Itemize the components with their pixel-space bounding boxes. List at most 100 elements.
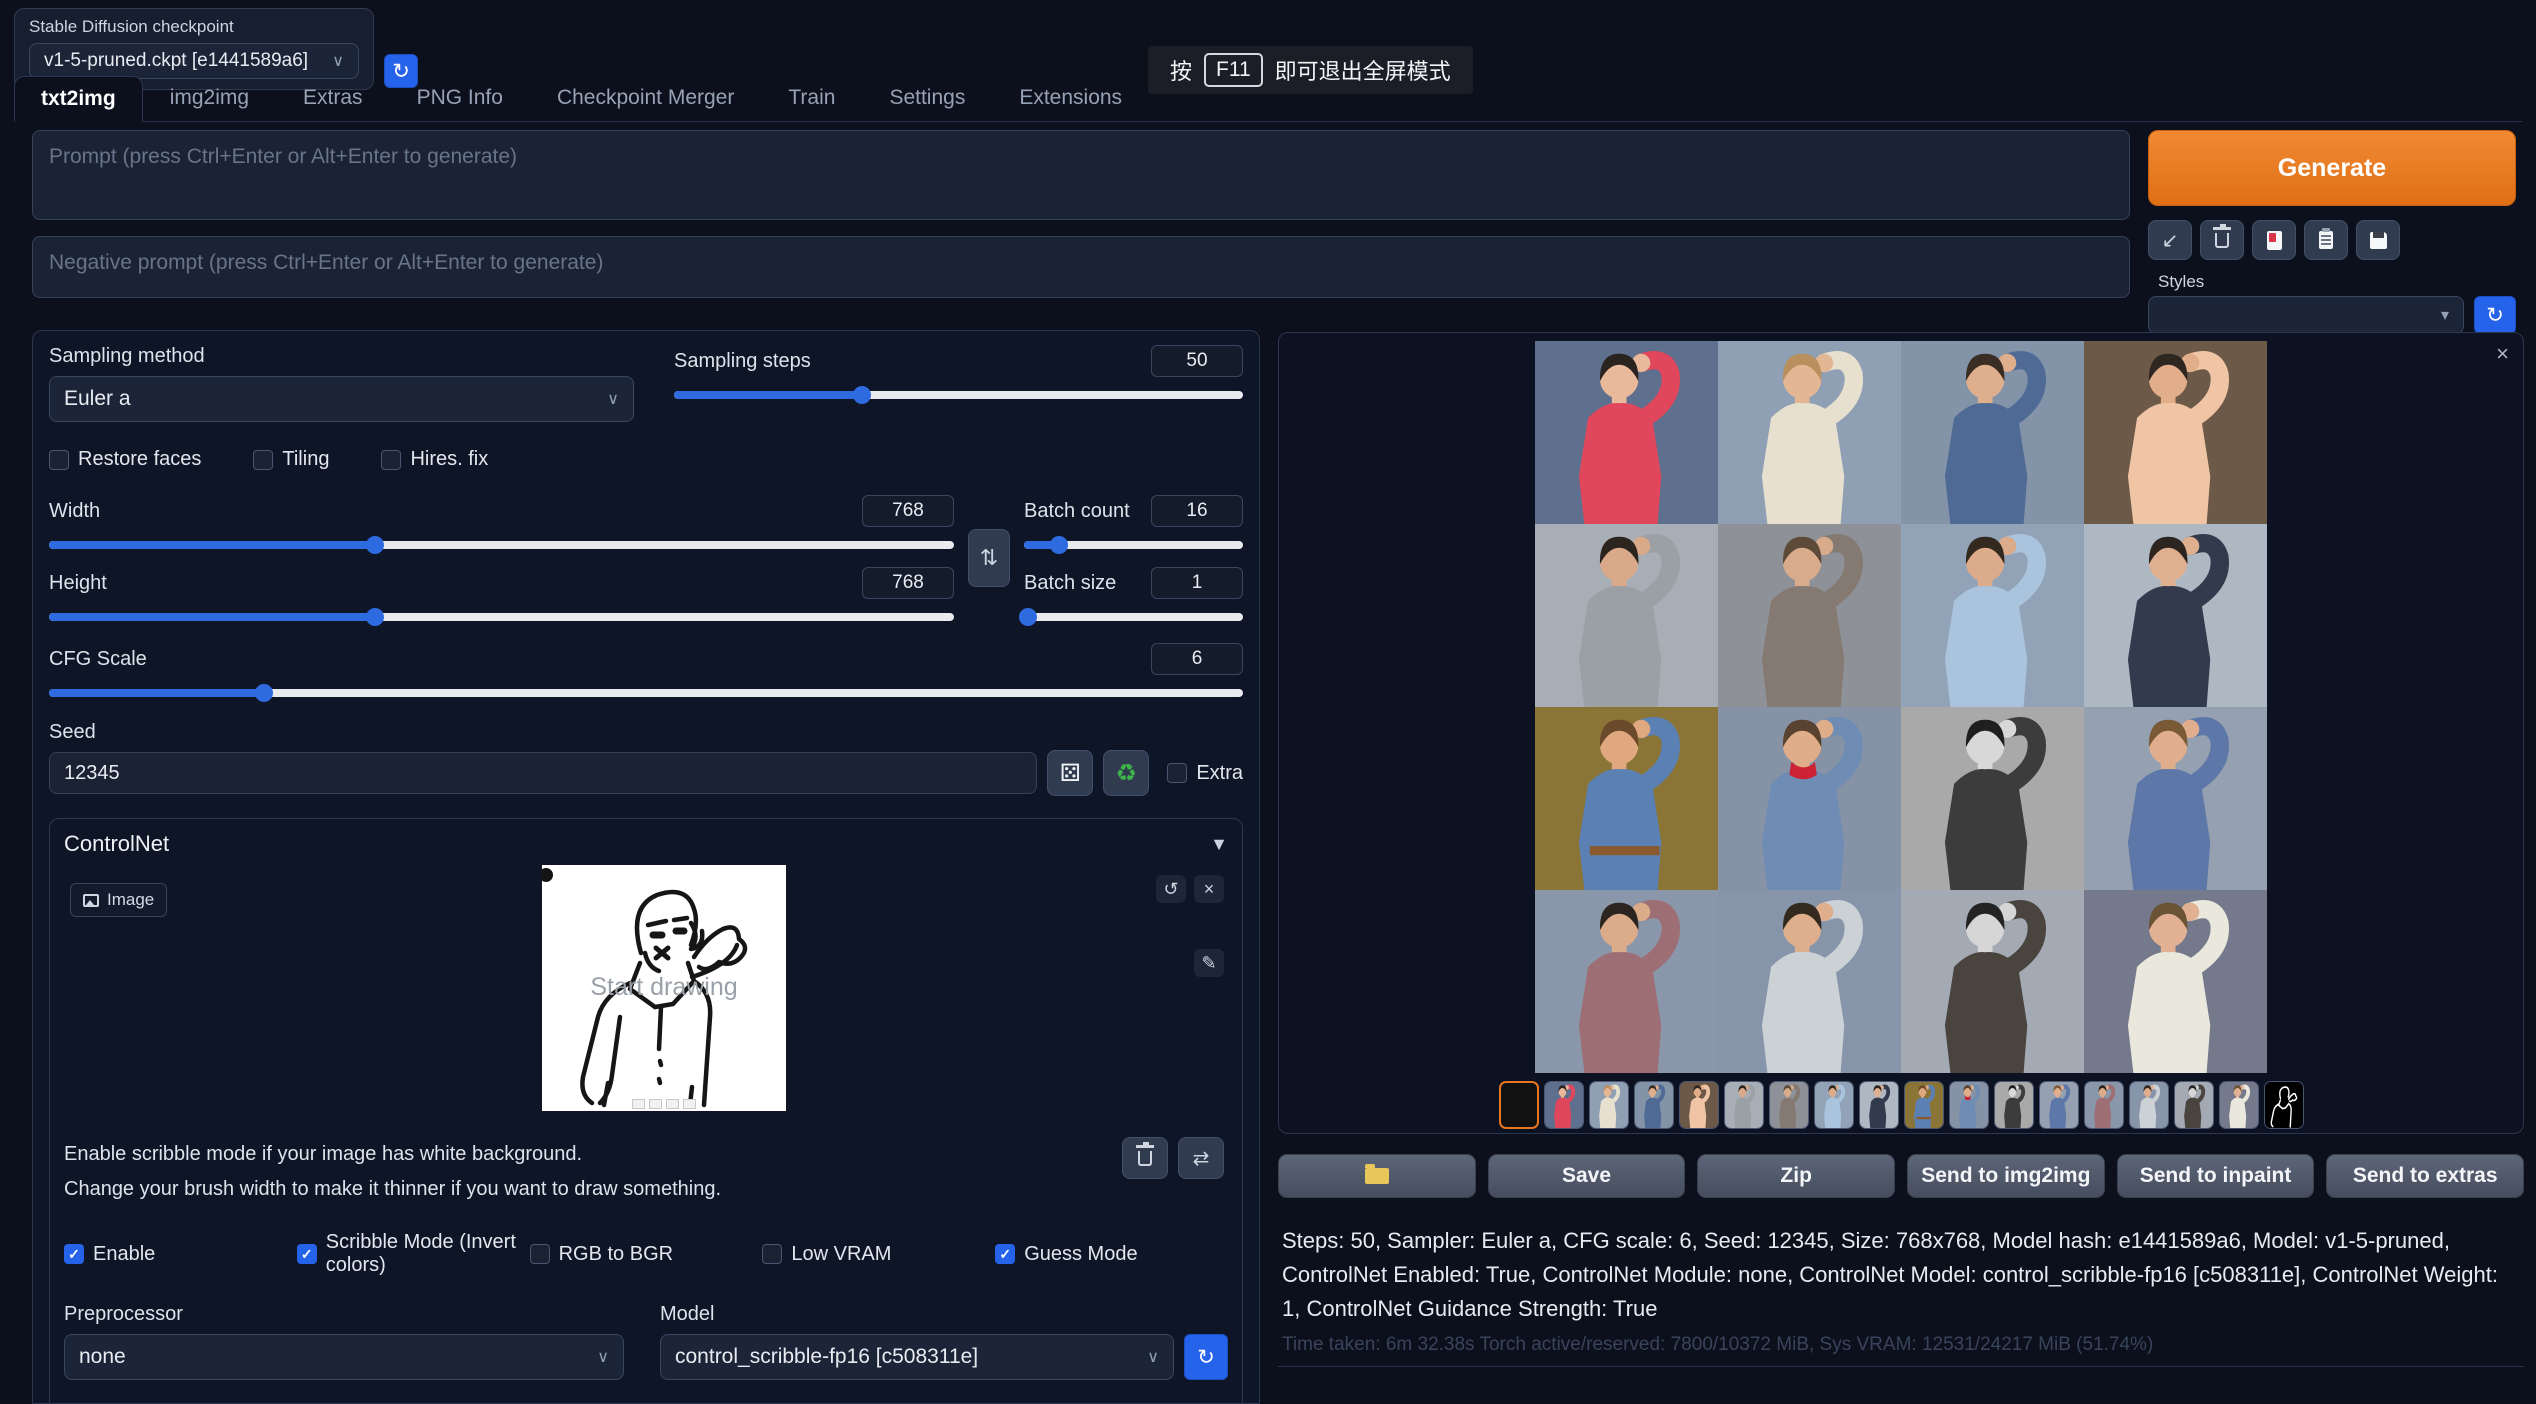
- toggle-hires-fix[interactable]: Hires. fix: [381, 448, 488, 471]
- thumbnail-5[interactable]: [1724, 1081, 1764, 1129]
- undo-button[interactable]: ↺: [1156, 875, 1186, 903]
- save-style-button[interactable]: [2356, 220, 2400, 260]
- collapse-arrow-icon[interactable]: ▼: [1210, 834, 1228, 855]
- cfg-scale-slider[interactable]: [49, 689, 1243, 697]
- cfg-scale-value[interactable]: 6: [1151, 643, 1243, 675]
- thumbnail-10[interactable]: [1949, 1081, 1989, 1129]
- send-to-extras-button[interactable]: Send to extras: [2326, 1154, 2524, 1198]
- height-slider[interactable]: [49, 613, 954, 621]
- result-image-11[interactable]: [1901, 707, 2084, 890]
- toggle-restore-faces[interactable]: Restore faces: [49, 448, 201, 471]
- thumbnail-1[interactable]: [1544, 1081, 1584, 1129]
- result-image-16[interactable]: [2084, 890, 2267, 1073]
- tab-extensions[interactable]: Extensions: [992, 75, 1149, 121]
- thumbnail-16[interactable]: [2219, 1081, 2259, 1129]
- thumbnail-13[interactable]: [2084, 1081, 2124, 1129]
- send-to-inpaint-button[interactable]: Send to inpaint: [2117, 1154, 2315, 1198]
- tab-png-info[interactable]: PNG Info: [390, 75, 530, 121]
- cnet-option-enable[interactable]: ✓Enable: [64, 1231, 297, 1277]
- thumbnail-11[interactable]: [1994, 1081, 2034, 1129]
- new-canvas-button[interactable]: [1122, 1137, 1168, 1179]
- clear-image-button[interactable]: ×: [1194, 875, 1224, 903]
- cnet-option-guess-mode[interactable]: ✓Guess Mode: [995, 1231, 1228, 1277]
- thumbnail-grid-montage[interactable]: [1499, 1081, 1539, 1129]
- sampling-steps-slider[interactable]: [674, 391, 1243, 399]
- open-folder-button[interactable]: [1278, 1154, 1476, 1198]
- tab-settings[interactable]: Settings: [862, 75, 992, 121]
- webcam-mirror-button[interactable]: ⇄: [1178, 1137, 1224, 1179]
- tab-txt2img[interactable]: txt2img: [14, 76, 143, 122]
- thumbnail-7[interactable]: [1814, 1081, 1854, 1129]
- brush-button[interactable]: ✎: [1194, 949, 1224, 977]
- width-slider[interactable]: [49, 541, 954, 549]
- model-dropdown[interactable]: control_scribble-fp16 [c508311e] ∨: [660, 1334, 1174, 1380]
- thumbnail-15[interactable]: [2174, 1081, 2214, 1129]
- result-image-1[interactable]: [1535, 341, 1718, 524]
- thumbnail-scribble-map[interactable]: [2264, 1081, 2304, 1129]
- height-value[interactable]: 768: [862, 567, 954, 599]
- cnet-option-rgb-to-bgr[interactable]: RGB to BGR: [530, 1231, 763, 1277]
- zip-button[interactable]: Zip: [1697, 1154, 1895, 1198]
- paste-arrow-button[interactable]: ↙: [2148, 220, 2192, 260]
- trash-button[interactable]: [2200, 220, 2244, 260]
- result-image-9[interactable]: [1535, 707, 1718, 890]
- result-image-12[interactable]: [2084, 707, 2267, 890]
- result-image-13[interactable]: [1535, 890, 1718, 1073]
- result-image-7[interactable]: [1901, 524, 2084, 707]
- preprocessor-dropdown[interactable]: none ∨: [64, 1334, 624, 1380]
- canvas-toolbar[interactable]: [632, 1099, 696, 1109]
- batch-size-value[interactable]: 1: [1151, 567, 1243, 599]
- thumbnail-8[interactable]: [1859, 1081, 1899, 1129]
- generate-button[interactable]: Generate: [2148, 130, 2516, 206]
- result-image-2[interactable]: [1718, 341, 1901, 524]
- thumbnail-12[interactable]: [2039, 1081, 2079, 1129]
- tab-checkpoint-merger[interactable]: Checkpoint Merger: [530, 75, 761, 121]
- image-tab[interactable]: Image: [70, 883, 167, 917]
- result-image-5[interactable]: [1535, 524, 1718, 707]
- tab-train[interactable]: Train: [761, 75, 862, 121]
- clipboard-button[interactable]: [2304, 220, 2348, 260]
- scribble-canvas[interactable]: Start drawing: [542, 865, 786, 1111]
- save-button[interactable]: Save: [1488, 1154, 1686, 1198]
- toggle-tiling[interactable]: Tiling: [253, 448, 329, 471]
- width-value[interactable]: 768: [862, 495, 954, 527]
- swap-dimensions-button[interactable]: ⇅: [968, 529, 1010, 587]
- tab-img2img[interactable]: img2img: [143, 75, 276, 121]
- thumbnail-6[interactable]: [1769, 1081, 1809, 1129]
- sampling-steps-value[interactable]: 50: [1151, 345, 1243, 377]
- cnet-option-low-vram[interactable]: Low VRAM: [762, 1231, 995, 1277]
- result-image-14[interactable]: [1718, 890, 1901, 1073]
- thumbnail-9[interactable]: [1904, 1081, 1944, 1129]
- reuse-seed-button[interactable]: ♻: [1103, 750, 1149, 796]
- styles-refresh-button[interactable]: ↻: [2474, 296, 2516, 334]
- send-to-img2img-button[interactable]: Send to img2img: [1907, 1154, 2105, 1198]
- random-seed-button[interactable]: ⚄: [1047, 750, 1093, 796]
- result-image-6[interactable]: [1718, 524, 1901, 707]
- thumbnail-3[interactable]: [1634, 1081, 1674, 1129]
- styles-dropdown[interactable]: ▾: [2148, 296, 2464, 334]
- batch-count-slider[interactable]: [1024, 541, 1243, 549]
- result-image-3[interactable]: [1901, 341, 2084, 524]
- result-image-10[interactable]: [1718, 707, 1901, 890]
- thumbnail-4[interactable]: [1679, 1081, 1719, 1129]
- cnet-option-scribble-mode-invert-colors-[interactable]: ✓Scribble Mode (Invert colors): [297, 1231, 530, 1277]
- batch-size-slider[interactable]: [1024, 613, 1243, 621]
- checkbox-icon: [1167, 763, 1187, 783]
- result-image-15[interactable]: [1901, 890, 2084, 1073]
- result-image-8[interactable]: [2084, 524, 2267, 707]
- sampling-method-dropdown[interactable]: Euler a ∨: [49, 376, 634, 422]
- prompt-input[interactable]: [32, 130, 2130, 220]
- thumbnail-2[interactable]: [1589, 1081, 1629, 1129]
- gallery-close-button[interactable]: ×: [2496, 341, 2509, 367]
- extra-networks-card-button[interactable]: [2252, 220, 2296, 260]
- negative-prompt-input[interactable]: [32, 236, 2130, 298]
- extra-seed-checkbox[interactable]: Extra: [1167, 762, 1243, 785]
- txt2img-settings-panel: Sampling method Euler a ∨ Sampling steps…: [32, 330, 1260, 1404]
- batch-count-value[interactable]: 16: [1151, 495, 1243, 527]
- thumbnail-14[interactable]: [2129, 1081, 2169, 1129]
- checkpoint-dropdown[interactable]: v1-5-pruned.ckpt [e1441589a6] ∨: [29, 43, 359, 79]
- tab-extras[interactable]: Extras: [276, 75, 390, 121]
- model-refresh-button[interactable]: ↻: [1184, 1334, 1228, 1380]
- result-image-4[interactable]: [2084, 341, 2267, 524]
- seed-input[interactable]: 12345: [49, 752, 1037, 794]
